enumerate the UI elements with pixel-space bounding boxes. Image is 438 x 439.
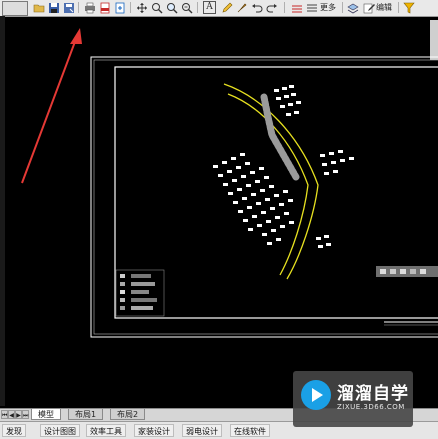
more-icon[interactable] — [305, 1, 318, 14]
text-icon[interactable]: A — [203, 1, 216, 14]
edit-label[interactable]: 编辑 — [376, 2, 392, 13]
layers-icon[interactable] — [290, 1, 303, 14]
print-icon[interactable] — [83, 1, 96, 14]
tab-model[interactable]: 模型 — [31, 409, 61, 420]
zoom-extents-icon[interactable] — [180, 1, 193, 14]
tab-layout2[interactable]: 布局2 — [110, 409, 146, 420]
tab-first-button[interactable]: ⏮ — [1, 410, 8, 419]
toolbar-separator — [78, 2, 79, 13]
building-cluster-right — [320, 150, 354, 175]
watermark-url: ZIXUE.3D66.COM — [337, 403, 405, 411]
pan-icon[interactable] — [135, 1, 148, 14]
funnel-icon[interactable] — [402, 1, 415, 14]
toolbar-separator — [130, 2, 131, 13]
undo-icon[interactable] — [250, 1, 263, 14]
toolbar-separator — [342, 2, 343, 13]
export-icon[interactable] — [113, 1, 126, 14]
status-item-discover[interactable]: 发现 — [2, 424, 26, 437]
status-item-efficiency-tools[interactable]: 效率工具 — [86, 424, 126, 437]
watermark-title: 溜溜自学 — [337, 384, 409, 404]
road-edge-outer — [223, 83, 319, 280]
toolbar: A 更多 编辑 — [0, 0, 438, 17]
road-center-band — [260, 93, 300, 181]
tab-last-button[interactable]: ⏭ — [22, 410, 29, 419]
watermark: 溜溜自学 ZIXUE.3D66.COM — [293, 371, 413, 427]
menu-button[interactable] — [2, 1, 28, 16]
inner-frame — [114, 66, 438, 319]
tab-prev-button[interactable]: ◀ — [8, 410, 15, 419]
more-label[interactable]: 更多 — [320, 2, 336, 13]
pencil-icon[interactable] — [220, 1, 233, 14]
layer-manager-icon[interactable] — [346, 1, 359, 14]
tab-layout1[interactable]: 布局1 — [68, 409, 104, 420]
status-item-low-voltage-design[interactable]: 弱电设计 — [182, 424, 222, 437]
building-cluster-main — [213, 153, 294, 245]
status-item-home-design[interactable]: 家装设计 — [134, 424, 174, 437]
status-item-online-software[interactable]: 在线软件 — [230, 424, 270, 437]
toolbar-separator — [284, 2, 285, 13]
drawing-canvas[interactable] — [0, 17, 438, 408]
building-cluster-upper — [274, 85, 301, 116]
save-icon[interactable] — [47, 1, 60, 14]
redo-icon[interactable] — [265, 1, 278, 14]
brush-icon[interactable] — [235, 1, 248, 14]
edit-icon[interactable] — [362, 1, 375, 14]
zoom-icon[interactable] — [165, 1, 178, 14]
building-cluster-lower — [316, 235, 331, 248]
title-block — [376, 266, 438, 326]
watermark-logo-icon — [301, 380, 331, 410]
legend-block — [115, 269, 165, 317]
save-as-icon[interactable] — [62, 1, 75, 14]
toolbar-separator — [197, 2, 198, 13]
toolbar-separator — [398, 2, 399, 13]
open-folder-icon[interactable] — [32, 1, 45, 14]
tab-next-button[interactable]: ▶ — [15, 410, 22, 419]
red-arrow-annotation — [21, 28, 82, 184]
status-item-design-drawings[interactable]: 设计图图 — [40, 424, 80, 437]
zoom-window-icon[interactable] — [150, 1, 163, 14]
pdf-icon[interactable] — [98, 1, 111, 14]
